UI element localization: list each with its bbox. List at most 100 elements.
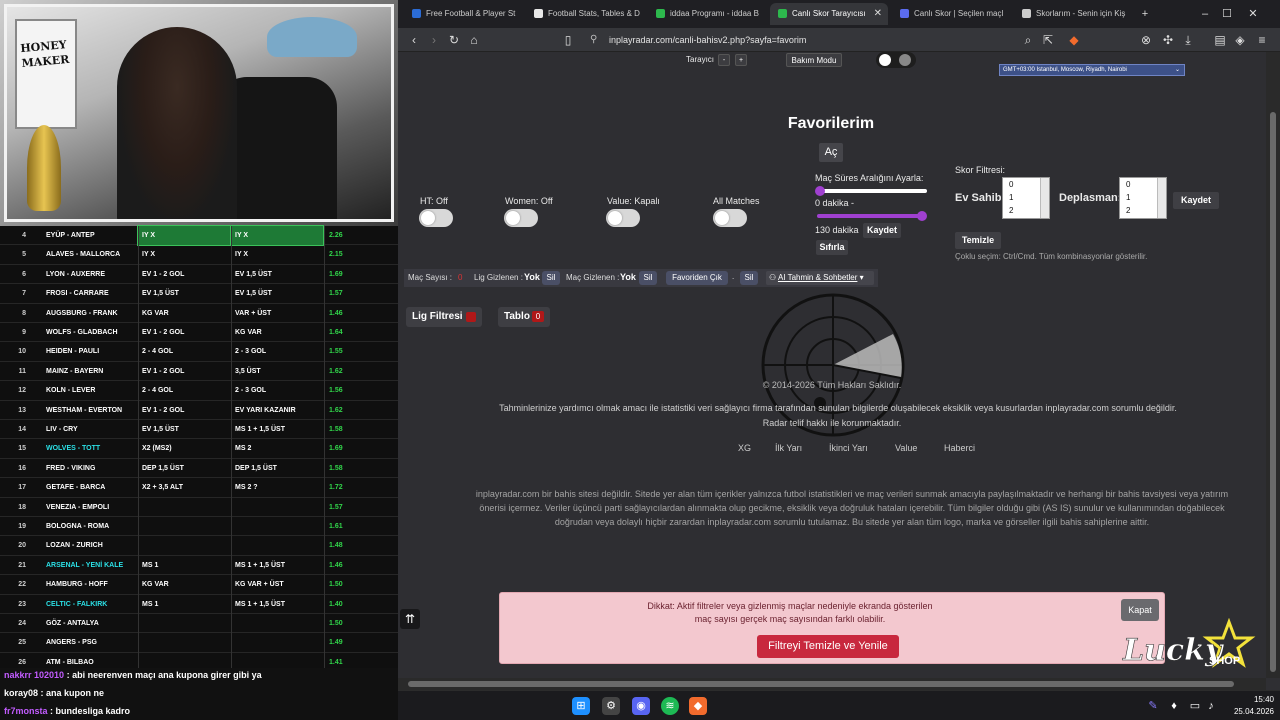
tab-football-stats[interactable]: Football Stats, Tables & D: [526, 3, 644, 25]
tab-skorlarim[interactable]: Skorlarım - Senin için Kiş: [1014, 3, 1132, 25]
ht-toggle[interactable]: [419, 209, 453, 227]
extensions-icon[interactable]: ✣: [1160, 32, 1176, 48]
tab-canli-skor-secilen[interactable]: Canlı Skor | Seçilen maçl: [892, 3, 1010, 25]
footer-link-haberci[interactable]: Haberci: [944, 443, 975, 453]
away-score-select[interactable]: 0 1 2: [1119, 177, 1167, 219]
listbox-scrollbar[interactable]: [1157, 178, 1166, 218]
theme-toggle[interactable]: [876, 52, 916, 68]
value-toggle[interactable]: [606, 209, 640, 227]
site-favicon-icon: [534, 9, 543, 18]
vertical-scrollbar[interactable]: [1266, 52, 1280, 678]
delete-hidden-leagues-button[interactable]: Sil: [542, 271, 560, 285]
scroll-to-top-button[interactable]: ⇈: [400, 609, 420, 629]
home-icon[interactable]: ⌂: [466, 32, 482, 48]
home-score-select[interactable]: 0 1 2: [1002, 177, 1050, 219]
match-name: LYON - AUXERRE: [46, 270, 105, 278]
pen-icon[interactable]: ✎: [1144, 697, 1162, 715]
share-icon[interactable]: ⇱: [1040, 32, 1056, 48]
min-duration-slider[interactable]: [815, 186, 927, 196]
slider-handle[interactable]: [815, 186, 825, 196]
microphone-icon[interactable]: ♦: [1165, 697, 1183, 715]
footer-link-second-half[interactable]: İkinci Yarı: [829, 443, 868, 453]
tab-free-football[interactable]: Free Football & Player St: [404, 3, 522, 25]
tab-label: iddaa Programı - iddaa B: [670, 9, 759, 18]
maximize-button[interactable]: ☐: [1216, 5, 1238, 23]
zoom-icon[interactable]: ⌕: [1020, 32, 1036, 48]
close-window-button[interactable]: ✕: [1242, 5, 1264, 23]
match-name: EYÜP - ANTEP: [46, 232, 95, 239]
league-filter-indicator: [466, 312, 476, 322]
sun-icon: [879, 54, 891, 66]
scrollbar-thumb[interactable]: [408, 681, 1234, 687]
scrollbar-thumb[interactable]: [1270, 112, 1276, 672]
spotify-icon[interactable]: ≋: [661, 697, 679, 715]
value-toggle-label: Value: Kapalı: [607, 196, 660, 206]
ai-predictions-dropdown[interactable]: ⚇ AI Tahmin & Sohbetler ▾: [766, 271, 874, 285]
caret-down-icon: ▾: [859, 273, 864, 282]
reload-icon[interactable]: ↻: [446, 32, 462, 48]
wallet-icon[interactable]: ◈: [1232, 32, 1248, 48]
open-button[interactable]: Aç: [819, 143, 843, 162]
duration-reset-button[interactable]: Sıfırla: [816, 240, 848, 255]
minimize-button[interactable]: –: [1194, 5, 1216, 23]
vpn-icon[interactable]: ⊗: [1138, 32, 1154, 48]
odds-value: 1.50: [324, 575, 394, 595]
sidebar-icon[interactable]: ▤: [1212, 32, 1228, 48]
site-info-icon[interactable]: ⚲: [590, 31, 597, 49]
league-filter-button[interactable]: Lig Filtresi: [406, 307, 482, 327]
footer-link-first-half[interactable]: İlk Yarı: [775, 443, 802, 453]
horizontal-scrollbar[interactable]: [398, 678, 1266, 690]
brave-shield-icon[interactable]: ◆: [1066, 32, 1082, 48]
bookmark-icon[interactable]: ▯: [560, 32, 576, 48]
zoom-out-button[interactable]: -: [718, 54, 730, 66]
delete-favorites-button[interactable]: Sil: [740, 271, 758, 285]
delete-hidden-matches-button[interactable]: Sil: [639, 271, 657, 285]
address-bar[interactable]: ⚲ inplayradar.com/canli-bahisv2.php?sayf…: [586, 31, 1084, 49]
new-tab-button[interactable]: +: [1134, 5, 1156, 23]
match-name: FROSI - CARRARE: [46, 290, 109, 298]
settings-icon[interactable]: ⚙: [602, 697, 620, 715]
duration-save-button[interactable]: Kaydet: [863, 223, 901, 238]
footer-link-value[interactable]: Value: [895, 443, 917, 453]
bakim-modu-button[interactable]: Bakım Modu: [786, 53, 842, 67]
timezone-select[interactable]: GMT+03:00 Istanbul, Moscow, Riyadh, Nair…: [999, 64, 1185, 76]
menu-icon[interactable]: ≡: [1254, 32, 1270, 48]
windows-start-icon[interactable]: ⊞: [572, 697, 590, 715]
all-matches-toggle[interactable]: [713, 209, 747, 227]
clock-date: 25.04.2026: [1233, 707, 1274, 716]
prediction-2: [231, 614, 323, 634]
table-row: 8 AUGSBURG - FRANK KG VAR VAR + ÜST 1.46: [0, 303, 398, 323]
clear-filters-refresh-button[interactable]: Filtreyi Temizle ve Yenile: [757, 635, 899, 658]
system-clock[interactable]: 15:40 25.04.2026: [1216, 694, 1274, 718]
back-icon[interactable]: ‹: [406, 32, 422, 48]
zoom-in-button[interactable]: +: [735, 54, 747, 66]
row-number: 13: [18, 406, 26, 414]
match-name: ARSENAL - YENİ KALE: [46, 561, 124, 569]
table-button[interactable]: Tablo 0: [498, 307, 550, 327]
tab-strip: Free Football & Player St Football Stats…: [398, 0, 1280, 28]
remove-favorites-button[interactable]: Favoriden Çık: [666, 271, 728, 285]
max-duration-slider[interactable]: [817, 211, 927, 221]
hidden-matches-value: Yok: [620, 272, 636, 282]
score-clear-button[interactable]: Temizle: [955, 232, 1001, 249]
download-icon[interactable]: ⤓: [1180, 32, 1196, 48]
svg-text:SHOP: SHOP: [1209, 655, 1240, 667]
listbox-scrollbar[interactable]: [1040, 178, 1049, 218]
odds-value: 1.61: [324, 517, 394, 537]
forward-icon[interactable]: ›: [426, 32, 442, 48]
slider-handle[interactable]: [917, 211, 927, 221]
match-name: WOLFS - GLADBACH: [46, 329, 118, 336]
footer-link-xg[interactable]: XG: [738, 443, 751, 453]
max-duration-label: 130 dakika: [815, 225, 859, 235]
discord-icon[interactable]: ◉: [632, 697, 650, 715]
tab-canli-skor-tarayicisi[interactable]: Canlı Skor Tarayıcısı ✕: [770, 3, 888, 25]
brave-browser-icon[interactable]: ◆: [689, 697, 707, 715]
score-save-button[interactable]: Kaydet: [1173, 192, 1219, 209]
women-toggle[interactable]: [504, 209, 538, 227]
odds-value: 1.48: [324, 536, 394, 556]
table-row: 17 GETAFE - BARCA X2 + 3,5 ALT MS 2 ? 1.72: [0, 478, 398, 498]
stream-chat: nakkrr 102010 : abi neerenven maçı ana k…: [0, 668, 398, 720]
row-number: 11: [18, 367, 26, 375]
close-tab-icon[interactable]: ✕: [874, 3, 882, 25]
tab-iddaa-programi[interactable]: iddaa Programı - iddaa B: [648, 3, 766, 25]
